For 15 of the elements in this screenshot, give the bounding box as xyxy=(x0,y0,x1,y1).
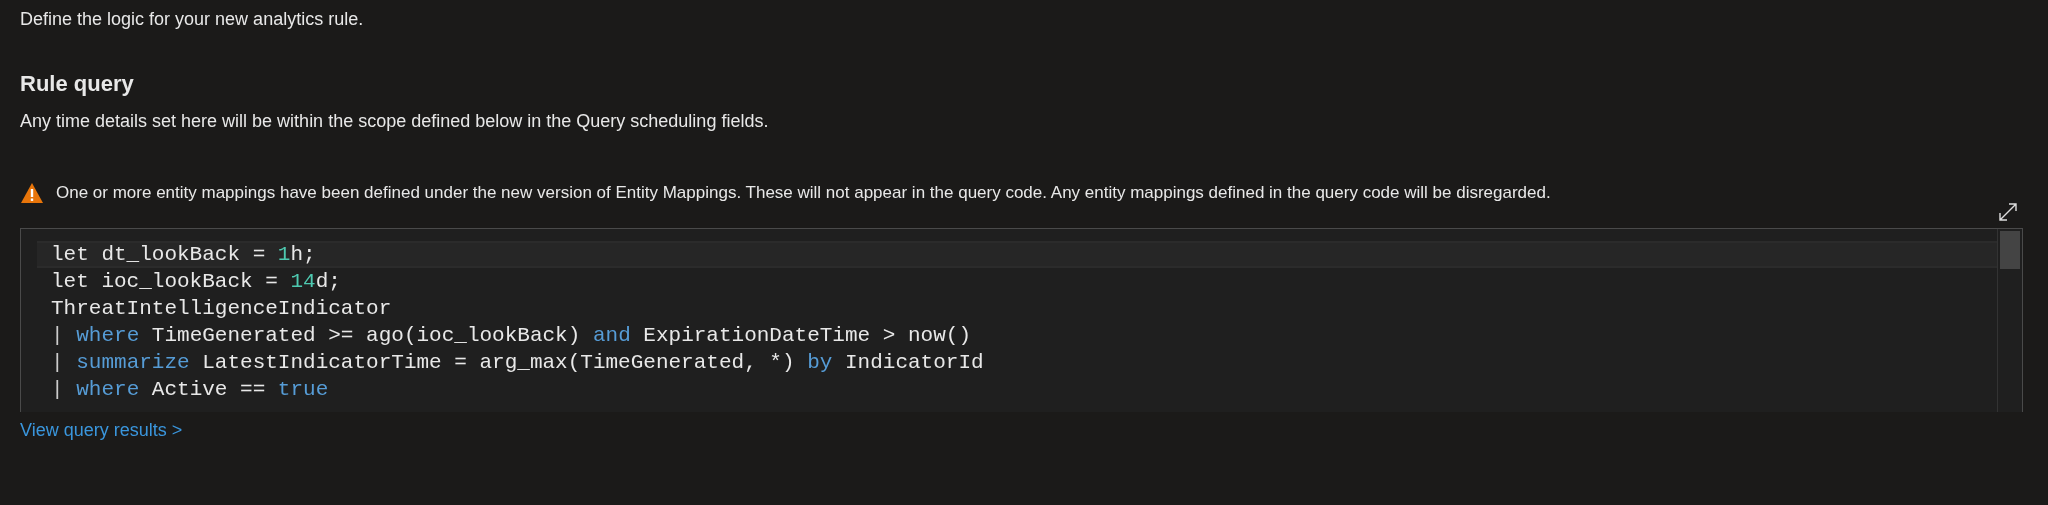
warning-icon xyxy=(20,182,44,204)
intro-text: Define the logic for your new analytics rule. xyxy=(20,8,365,30)
scrollbar[interactable] xyxy=(1997,229,2022,412)
scrollbar-thumb[interactable] xyxy=(2000,231,2020,269)
view-results-link[interactable]: View query results > xyxy=(20,420,183,441)
section-title: Rule query xyxy=(20,70,135,98)
code-line: ThreatIntelligenceIndicator xyxy=(51,296,393,322)
code-line: | summarize LatestIndicatorTime = arg_max(TimeGenerated, *) by IndicatorId xyxy=(51,350,985,376)
expand-icon[interactable] xyxy=(1998,202,2018,222)
query-editor[interactable] xyxy=(20,228,2023,412)
code-line: let ioc_lookBack = 14d; xyxy=(51,269,342,295)
code-line: | where Active == true xyxy=(51,377,330,403)
section-description: Any time details set here will be within the scope defined below in the Query scheduling fields. xyxy=(20,110,770,132)
code-line: | where TimeGenerated >= ago(ioc_lookBack) and ExpirationDateTime > now() xyxy=(51,323,972,349)
warning-message: One or more entity mappings have been defined under the new version of Entity Mappings. These will not appear in the query code. Any entity mappings defined in the query code will be disregarded. xyxy=(56,182,1551,204)
